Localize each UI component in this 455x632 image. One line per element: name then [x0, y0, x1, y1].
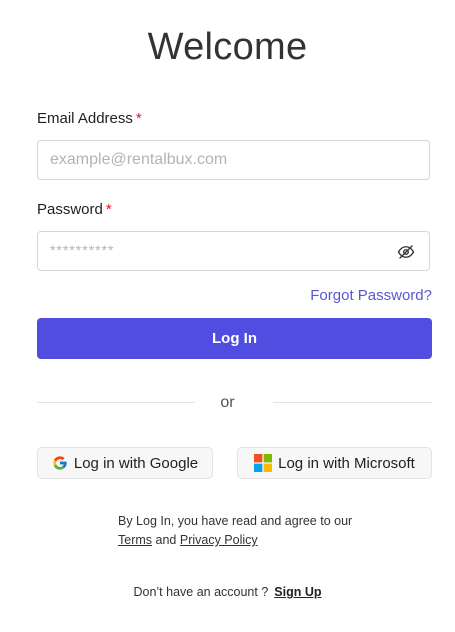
- password-label: Password *: [37, 201, 112, 218]
- sign-up-link[interactable]: Sign Up: [274, 585, 321, 599]
- terms-links: Terms and Privacy Policy: [118, 531, 352, 550]
- password-field[interactable]: [38, 232, 429, 270]
- privacy-policy-link[interactable]: Privacy Policy: [180, 533, 258, 547]
- forgot-password-link[interactable]: Forgot Password?: [310, 287, 432, 304]
- email-field-wrapper: [37, 140, 430, 180]
- required-mark: *: [135, 110, 142, 127]
- terms-notice: By Log In, you have read and agree to ou…: [118, 512, 352, 550]
- email-label-text: Email Address: [37, 110, 133, 127]
- divider-text: or: [220, 394, 235, 411]
- email-label: Email Address *: [37, 110, 142, 127]
- terms-prefix: By Log In, you have read and agree to ou…: [118, 514, 353, 528]
- terms-and: and: [155, 533, 177, 547]
- email-field[interactable]: [38, 141, 429, 179]
- terms-link[interactable]: Terms: [118, 533, 152, 547]
- microsoft-login-button[interactable]: Log in with Microsoft: [237, 447, 432, 479]
- google-icon: [52, 455, 68, 471]
- google-login-button[interactable]: Log in with Google: [37, 447, 213, 479]
- microsoft-icon: [254, 454, 273, 472]
- microsoft-login-label: Log in with Microsoft: [278, 454, 415, 472]
- signup-prompt-line: Don’t have an account ? Sign Up: [0, 585, 455, 599]
- google-login-label: Log in with Google: [73, 454, 199, 472]
- signup-prompt: Don’t have an account ?: [133, 585, 269, 599]
- password-field-wrapper: [37, 231, 430, 271]
- password-label-text: Password: [37, 201, 103, 218]
- login-button[interactable]: Log In: [37, 318, 432, 359]
- eye-off-icon[interactable]: [397, 243, 415, 261]
- divider-right: [273, 402, 432, 403]
- page-title: Welcome: [147, 26, 308, 68]
- required-mark: *: [105, 201, 112, 218]
